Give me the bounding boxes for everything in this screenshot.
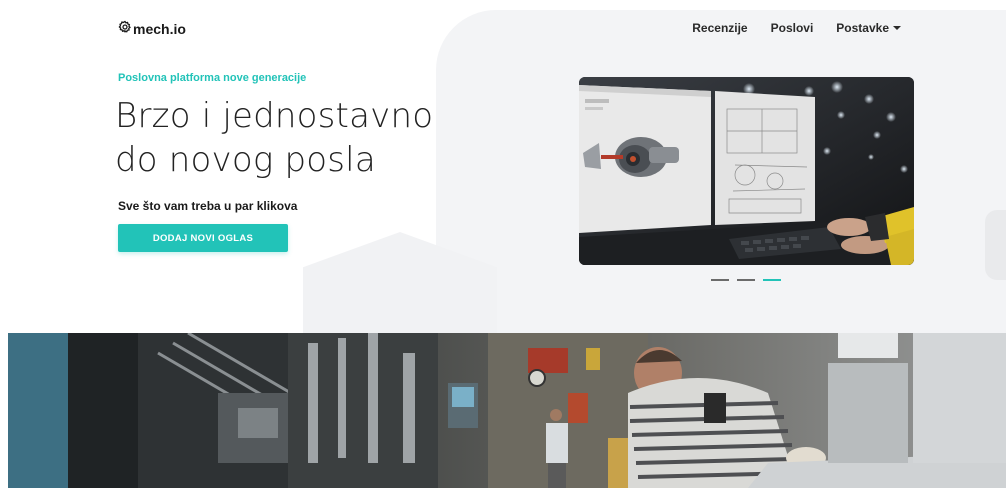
nav-dropdown-label: Postavke: [836, 21, 889, 35]
hero-subheading: Sve što vam treba u par klikova: [118, 199, 298, 213]
hero-headline-line-1: Brzo i jednostavno: [115, 96, 434, 136]
hero-headline: Brzo i jednostavno do novog posla: [115, 94, 495, 182]
hero-headline-line-2: do novog posla: [115, 140, 376, 180]
carousel-indicator-2[interactable]: [737, 279, 755, 281]
main-nav: Recenzije Poslovi Postavke: [692, 21, 901, 35]
nav-link-poslovi[interactable]: Poslovi: [771, 21, 814, 35]
add-new-listing-button[interactable]: DODAJ NOVI OGLAS: [118, 224, 288, 252]
carousel-indicator-3[interactable]: [763, 279, 781, 281]
chevron-down-icon: [893, 26, 901, 30]
workshop-banner-image: [8, 333, 1006, 488]
nav-link-recenzije[interactable]: Recenzije: [692, 21, 747, 35]
brand-logo[interactable]: mech.io: [118, 20, 186, 37]
carousel-indicator-1[interactable]: [711, 279, 729, 281]
hero-carousel-image[interactable]: [579, 77, 914, 265]
nav-dropdown-postavke[interactable]: Postavke: [836, 21, 901, 35]
brand-name: mech.io: [133, 20, 186, 37]
gear-icon: [118, 20, 132, 37]
background-shape-right: [985, 210, 1006, 280]
carousel-indicators: [711, 279, 781, 281]
hero-eyebrow: Poslovna platforma nove generacije: [118, 72, 307, 84]
